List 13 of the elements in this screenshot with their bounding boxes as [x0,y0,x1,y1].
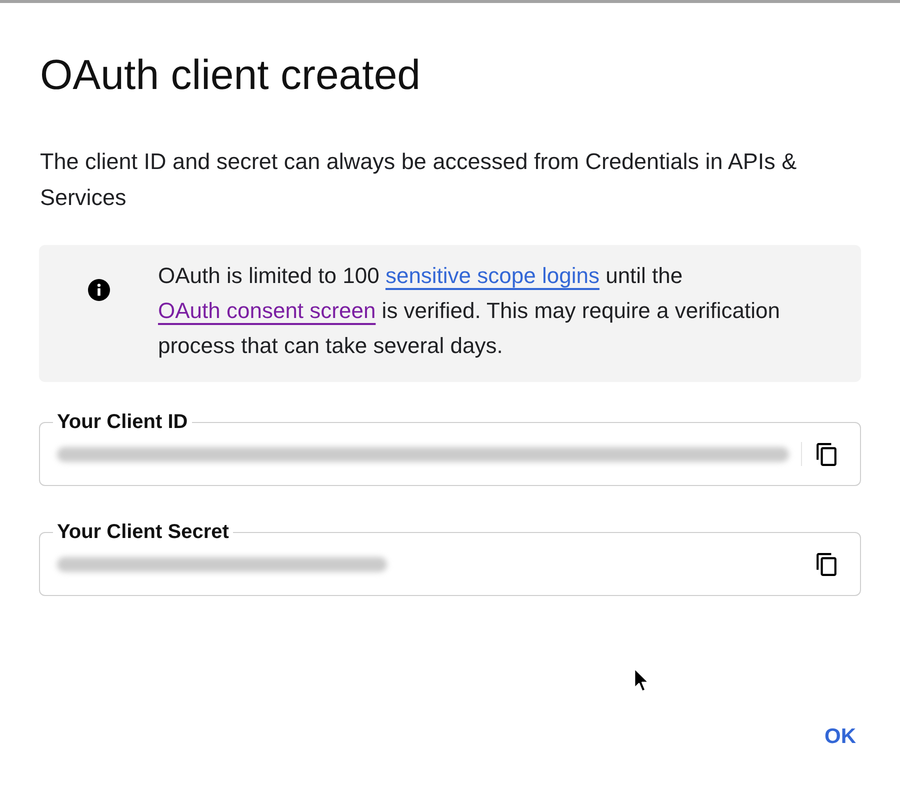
info-icon [88,279,110,301]
ok-button[interactable]: OK [808,719,872,755]
dialog-description: The client ID and secret can always be accessed from Credentials in APIs & Services [40,148,798,212]
copy-icon [816,442,836,466]
output-field[interactable]: Your Client ID [39,411,861,486]
notice-text: OAuth is limited to 100 sensitive scope logins until the OAuth consent screen is verified. This may require a verification process that can take several days. [158,262,781,360]
field-label: Your Client ID [56,411,189,433]
field-label: Your Client Secret [56,521,230,543]
dialog-title: OAuth client created [40,51,422,99]
copy-icon [816,552,836,576]
link[interactable]: OAuth consent screen [158,298,376,323]
link[interactable]: sensitive scope logins [385,263,600,288]
output-field[interactable]: Your Client Secret [39,521,861,596]
